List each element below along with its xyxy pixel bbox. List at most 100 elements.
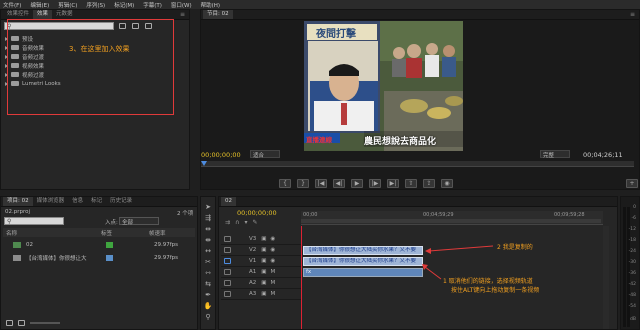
in-point-select[interactable]: 全部 [119,217,159,226]
video-subtitle: 農民想說去商品化 [364,137,437,147]
quality-select[interactable]: 完整 [540,150,570,159]
transport-controls: { } |◀ ◀| ▶ |▶ ▶| ⇧ ⇪ ◉ [279,179,453,188]
step-back-icon[interactable]: ◀| [333,179,345,188]
program-video-frame[interactable]: 夜問打擊 直播連線 農民想說去商品化 [304,21,463,151]
mute-icon[interactable]: M [270,291,275,297]
toggle-sync-lock-icon[interactable] [224,269,231,275]
rolling-edit-tool-icon[interactable]: ⇼ [205,236,211,244]
razor-tool-icon[interactable]: ✂ [205,258,211,266]
mute-icon[interactable]: M [270,269,275,275]
extract-icon[interactable]: ⇪ [423,179,435,188]
col-rate[interactable]: 帧速率 [149,229,166,237]
mark-out-icon[interactable]: } [297,179,309,188]
menu-sequence[interactable]: 序列(S) [86,1,105,9]
track-v3[interactable]: V3 ▣ ◉ [221,234,301,245]
pen-tool-icon[interactable]: ✒ [205,291,211,299]
tab-metadata[interactable]: 元数据 [52,10,77,19]
clip-a1-audio[interactable]: fx [303,268,423,277]
menu-help[interactable]: 帮助(H) [201,1,220,9]
menu-marker[interactable]: 标记(M) [114,1,134,9]
meter-channel-left [623,207,626,327]
program-playhead-timecode[interactable]: 00;00;00;00 [201,151,241,159]
panel-menu-icon[interactable]: ≡ [630,11,635,18]
toggle-sync-lock-icon[interactable] [224,236,231,242]
track-v1[interactable]: V1 ▣ ◉ [221,256,301,267]
slip-tool-icon[interactable]: ⇿ [205,269,211,277]
go-to-out-icon[interactable]: ▶| [387,179,399,188]
playhead-line[interactable] [301,226,302,329]
timeline-timecode[interactable]: 00;00;00;00 [237,209,277,217]
hand-tool-icon[interactable]: ✋ [204,302,213,310]
list-view-icon[interactable] [6,320,13,326]
toggle-sync-lock-icon[interactable] [224,258,231,264]
toggle-sync-lock-icon[interactable] [224,247,231,253]
lock-icon[interactable]: ▣ [261,247,266,253]
project-item-sequence[interactable]: 02 29.97fps [3,238,195,251]
slide-tool-icon[interactable]: ⇆ [205,280,211,288]
add-marker-icon[interactable]: ▾ [244,219,247,226]
lift-icon[interactable]: ⇧ [405,179,417,188]
menu-clip[interactable]: 剪辑(C) [58,1,77,9]
tab-effect-controls[interactable]: 效果控件 [3,10,33,19]
menu-edit[interactable]: 编辑(E) [30,1,49,9]
rate-stretch-tool-icon[interactable]: ↔ [205,247,211,255]
eye-icon[interactable]: ◉ [270,247,275,253]
col-name[interactable]: 名称 [6,229,101,237]
lock-icon[interactable]: ▣ [261,258,266,264]
snap-icon[interactable]: ∩ [235,219,239,226]
go-to-in-icon[interactable]: |◀ [315,179,327,188]
track-select-tool-icon[interactable]: ⇶ [205,214,211,222]
menu-file[interactable]: 文件(F) [3,1,21,9]
timeline-ruler[interactable]: 00;00 00;04;59;29 00;09;59;28 [301,211,603,225]
program-time-ruler[interactable] [201,161,634,167]
mark-in-icon[interactable]: { [279,179,291,188]
meter-tick: -42 [628,282,636,287]
clip-v2-copy[interactable]: 【台湾媒体】你很想让大陆买你水果？又不要 [303,246,423,255]
icon-view-icon[interactable] [18,320,25,326]
nest-icon[interactable]: ⇉ [225,219,230,226]
tab-project[interactable]: 项目: 02 [3,197,33,206]
toggle-sync-lock-icon[interactable] [224,291,231,297]
tab-history[interactable]: 历史记录 [106,197,136,206]
tab-effects[interactable]: 效果 [33,10,53,19]
tab-markers[interactable]: 标记 [87,197,106,206]
arrow-step1-line [424,266,442,280]
ripple-edit-tool-icon[interactable]: ⇹ [205,225,211,233]
zoom-slider[interactable] [30,322,60,324]
lock-icon[interactable]: ▣ [261,236,266,242]
track-a1[interactable]: A1 ▣ M [221,267,301,278]
panel-menu-icon[interactable]: ≡ [180,11,185,18]
tab-media-browser[interactable]: 媒体浏览器 [33,197,69,206]
project-item-clip[interactable]: 【台湾媒体】你很想让大 29.97fps [3,251,195,264]
track-v2[interactable]: V2 ▣ ◉ [221,245,301,256]
menu-window[interactable]: 窗口(W) [171,1,192,9]
tab-info[interactable]: 信息 [68,197,87,206]
export-frame-icon[interactable]: ◉ [441,179,453,188]
eye-icon[interactable]: ◉ [270,236,275,242]
project-search-input[interactable]: ⚲ [4,217,64,225]
zoom-select[interactable]: 适合 [250,150,280,159]
timeline-scrollbar[interactable] [603,226,609,329]
lock-icon[interactable]: ▣ [261,291,266,297]
menu-title[interactable]: 字幕(T) [143,1,162,9]
lock-icon[interactable]: ▣ [261,280,266,286]
track-a3[interactable]: A3 ▣ M [221,289,301,300]
zoom-tool-icon[interactable]: ⚲ [205,313,210,321]
track-a2[interactable]: A2 ▣ M [221,278,301,289]
lock-icon[interactable]: ▣ [261,269,266,275]
mute-icon[interactable]: M [270,280,275,286]
tab-program[interactable]: 节目: 02 [203,10,233,19]
clip-v1-original[interactable]: 【台湾媒体】你很想让大陆买你水果？又不要 [303,257,423,266]
play-icon[interactable]: ▶ [351,179,363,188]
toggle-sync-lock-icon[interactable] [224,280,231,286]
col-label[interactable]: 标签 [101,229,149,237]
eye-icon[interactable]: ◉ [270,258,275,264]
work-area-bar[interactable] [301,219,601,223]
annotation-highlight-box [7,19,174,115]
settings-wrench-icon[interactable]: ✎ [252,219,257,226]
selection-tool-icon[interactable]: ➤ [205,203,211,211]
step-forward-icon[interactable]: |▶ [369,179,381,188]
playhead-marker-icon[interactable] [201,161,207,166]
tab-sequence[interactable]: 02 [221,197,236,206]
add-button-icon[interactable]: + [626,179,638,188]
